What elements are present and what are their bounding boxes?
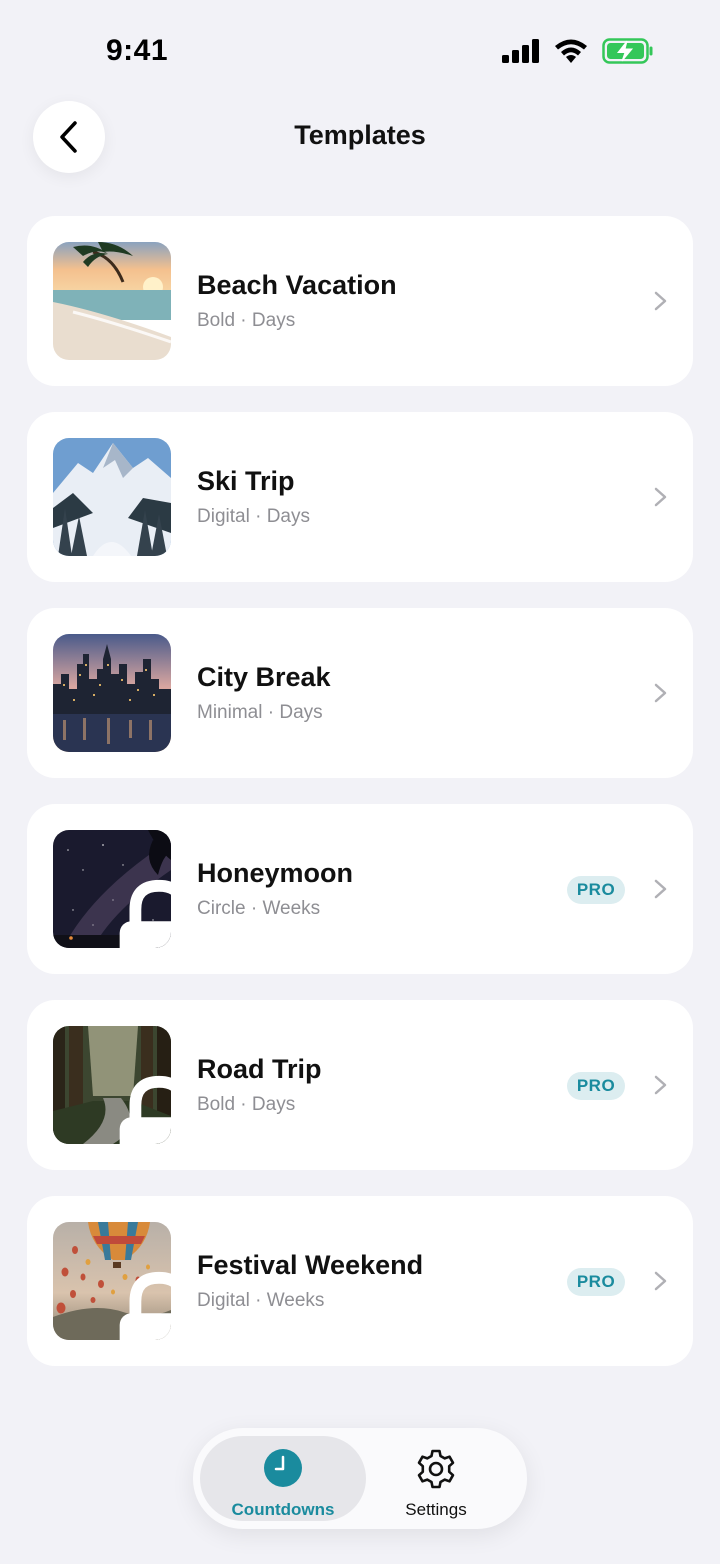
template-subtitle: Circle · Weeks — [197, 898, 321, 919]
chevron-right-icon — [654, 1271, 667, 1291]
chevron-right-icon — [654, 1075, 667, 1095]
template-card[interactable]: City Break Minimal · Days — [27, 608, 693, 778]
cellular-signal-icon — [502, 39, 539, 63]
clock-icon — [264, 1449, 302, 1487]
template-thumbnail — [53, 242, 171, 360]
template-thumbnail — [53, 1222, 171, 1340]
status-time: 9:41 — [106, 34, 169, 67]
template-card[interactable]: Beach Vacation Bold · Days — [27, 216, 693, 386]
lock-icon — [119, 879, 171, 948]
chevron-right-icon — [654, 487, 667, 507]
tab-settings[interactable]: Settings — [353, 1436, 519, 1521]
template-thumbnail — [53, 1026, 171, 1144]
template-card[interactable]: Festival Weekend Digital · Weeks PRO — [27, 1196, 693, 1366]
template-thumbnail — [53, 830, 171, 948]
chevron-right-icon — [654, 879, 667, 899]
status-bar: 9:41 — [0, 0, 720, 100]
template-subtitle: Bold · Days — [197, 1094, 296, 1115]
lock-icon — [119, 1271, 171, 1340]
template-list: Beach Vacation Bold · Days Ski Trip Digi… — [27, 216, 693, 1392]
tab-countdowns[interactable]: Countdowns — [200, 1436, 366, 1521]
template-subtitle: Bold · Days — [197, 310, 296, 331]
tab-bar: Countdowns Settings — [193, 1428, 527, 1529]
chevron-right-icon — [654, 291, 667, 311]
tab-label: Countdowns — [231, 1500, 335, 1519]
template-subtitle: Digital · Days — [197, 506, 310, 527]
template-title: Festival Weekend — [197, 1250, 424, 1280]
template-thumbnail — [53, 438, 171, 556]
template-title: City Break — [197, 662, 331, 692]
template-title: Beach Vacation — [197, 270, 397, 300]
page-title: Templates — [294, 120, 426, 150]
template-card[interactable]: Ski Trip Digital · Days — [27, 412, 693, 582]
template-title: Road Trip — [197, 1054, 322, 1084]
wifi-icon — [555, 39, 587, 63]
battery-charging-icon — [602, 38, 653, 64]
pro-badge: PRO — [567, 1268, 625, 1296]
template-subtitle: Digital · Weeks — [197, 1290, 325, 1311]
template-title: Honeymoon — [197, 858, 354, 888]
template-thumbnail — [53, 634, 171, 752]
pro-badge: PRO — [567, 876, 625, 904]
status-icons — [502, 38, 654, 64]
chevron-right-icon — [654, 683, 667, 703]
template-card[interactable]: Honeymoon Circle · Weeks PRO — [27, 804, 693, 974]
pro-badge: PRO — [567, 1072, 625, 1100]
lock-icon — [119, 1075, 171, 1144]
template-card[interactable]: Road Trip Bold · Days PRO — [27, 1000, 693, 1170]
gear-icon — [417, 1449, 455, 1489]
tab-label: Settings — [405, 1500, 467, 1519]
template-subtitle: Minimal · Days — [197, 702, 323, 723]
template-title: Ski Trip — [197, 466, 295, 496]
